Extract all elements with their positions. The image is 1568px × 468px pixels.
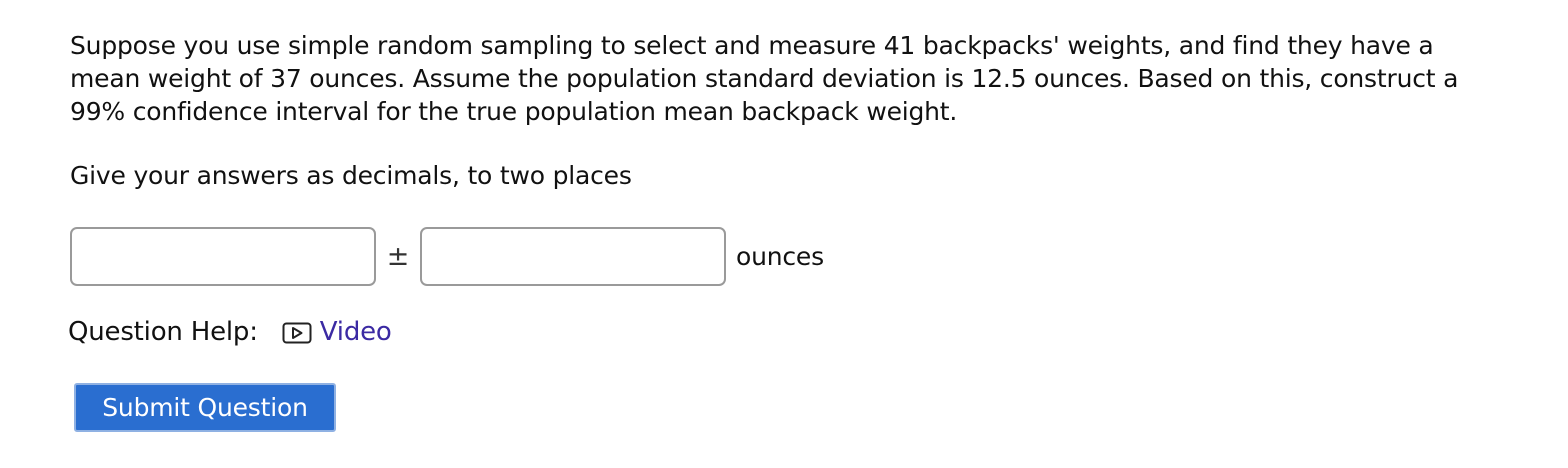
video-play-icon — [282, 321, 312, 344]
center-value-input[interactable] — [70, 227, 376, 286]
video-help-link[interactable]: Video — [282, 317, 392, 347]
margin-of-error-input[interactable] — [420, 227, 726, 286]
question-help: Question Help: Video — [68, 315, 392, 349]
unit-label: ounces — [736, 242, 824, 271]
plus-minus-symbol: ± — [386, 241, 410, 272]
question-help-label: Question Help: — [68, 317, 258, 347]
answer-instruction: Give your answers as decimals, to two pl… — [70, 161, 632, 190]
answer-row: ± ounces — [70, 227, 824, 286]
video-link-label: Video — [319, 317, 392, 347]
submit-question-button[interactable]: Submit Question — [74, 383, 336, 432]
question-text: Suppose you use simple random sampling t… — [70, 31, 1459, 126]
